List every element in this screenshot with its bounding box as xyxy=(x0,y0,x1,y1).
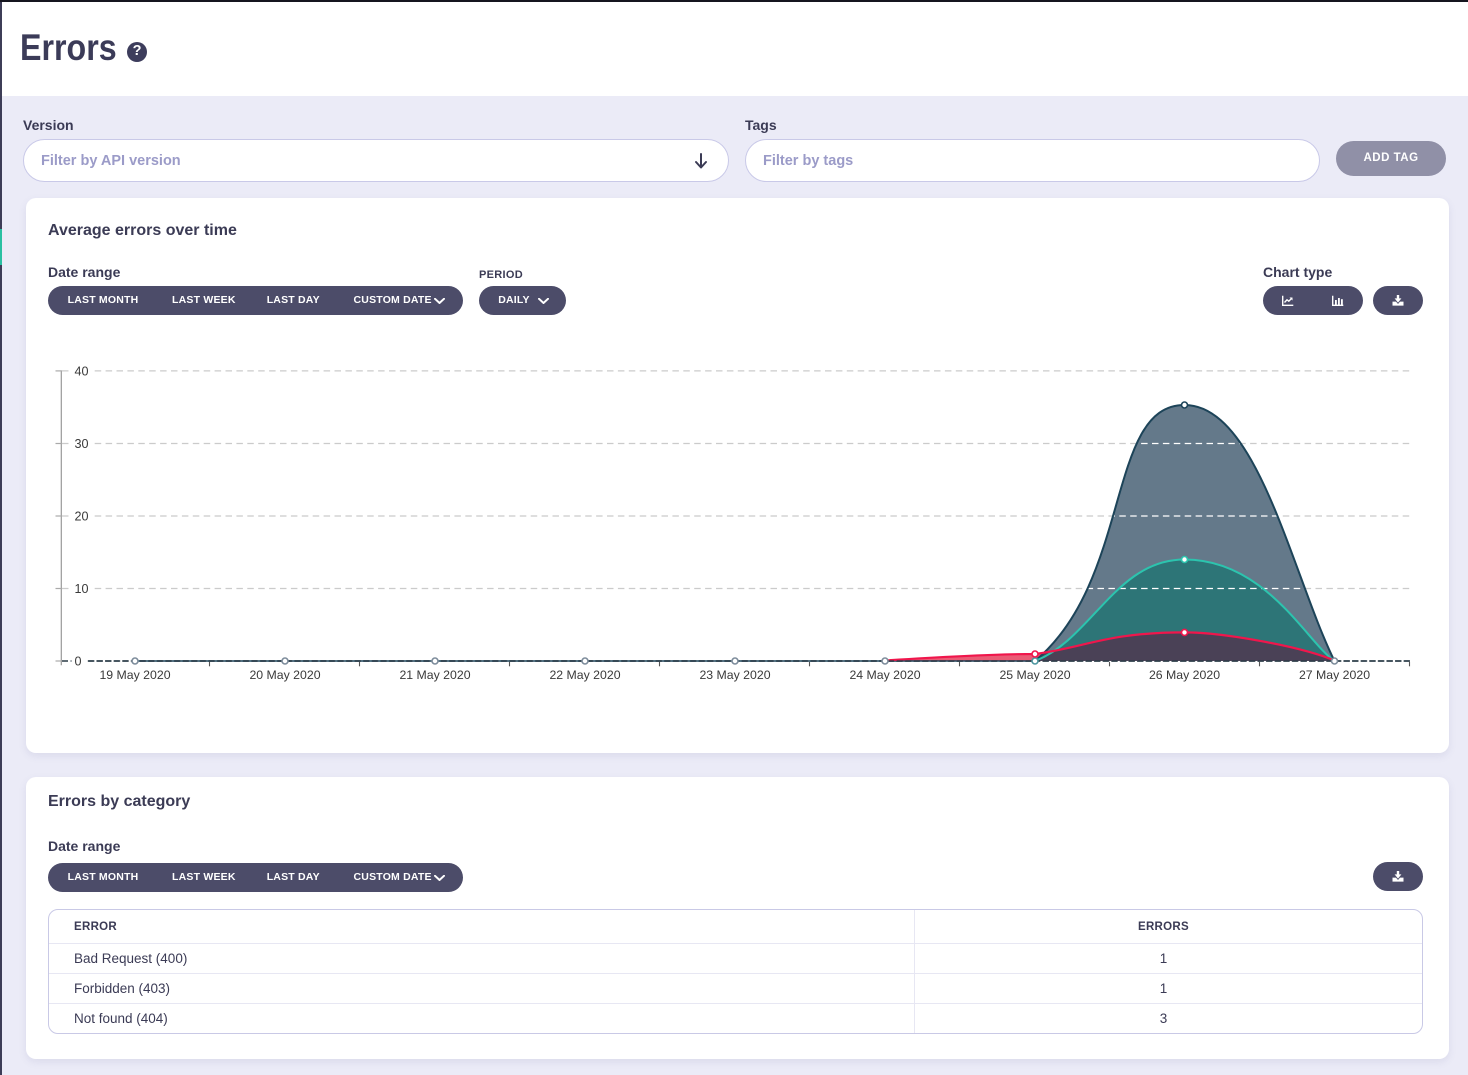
svg-text:20: 20 xyxy=(75,510,89,524)
svg-text:19 May 2020: 19 May 2020 xyxy=(99,668,170,682)
svg-text:20 May 2020: 20 May 2020 xyxy=(249,668,320,682)
svg-text:21 May 2020: 21 May 2020 xyxy=(399,668,470,682)
svg-text:24 May 2020: 24 May 2020 xyxy=(849,668,920,682)
svg-text:23 May 2020: 23 May 2020 xyxy=(699,668,770,682)
svg-text:10: 10 xyxy=(75,582,89,596)
svg-text:26 May 2020: 26 May 2020 xyxy=(1149,668,1220,682)
svg-text:40: 40 xyxy=(75,364,89,378)
svg-text:27 May 2020: 27 May 2020 xyxy=(1299,668,1370,682)
svg-text:25 May 2020: 25 May 2020 xyxy=(999,668,1070,682)
svg-text:22 May 2020: 22 May 2020 xyxy=(549,668,620,682)
svg-text:0: 0 xyxy=(75,655,82,669)
svg-text:30: 30 xyxy=(75,437,89,451)
